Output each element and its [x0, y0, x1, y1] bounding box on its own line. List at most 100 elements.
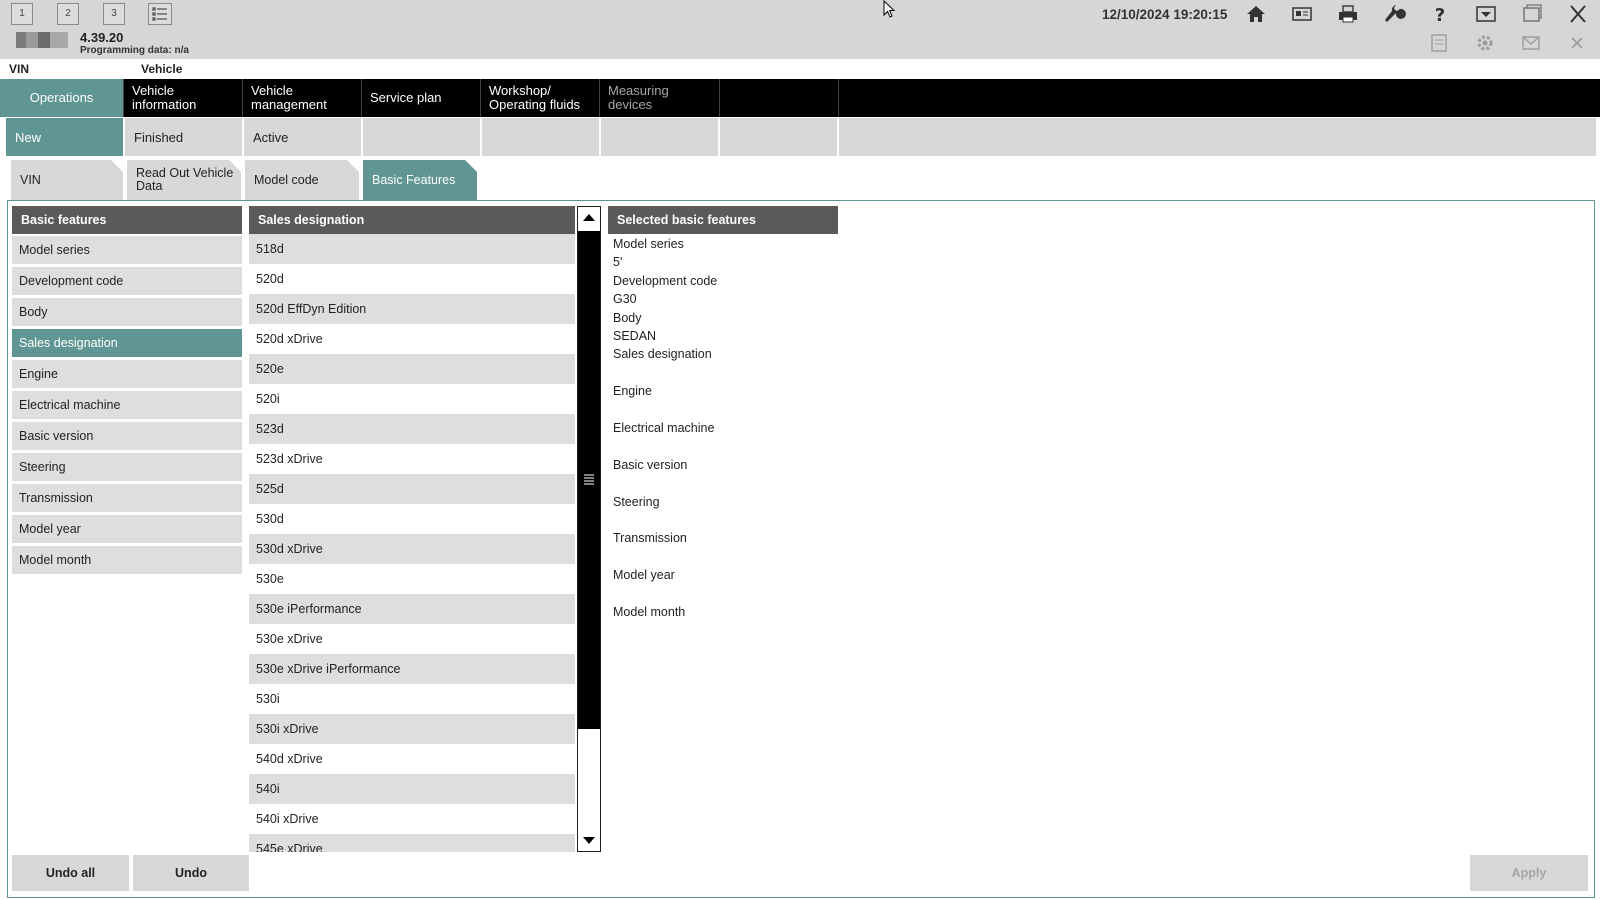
basic-feature-item[interactable]: Engine [12, 360, 242, 388]
scroll-up-arrow[interactable] [578, 207, 600, 229]
basic-feature-item[interactable]: Development code [12, 267, 242, 295]
close-icon[interactable] [1565, 2, 1591, 26]
selected-features-header: Selected basic features [608, 206, 838, 234]
list-item[interactable]: 530d xDrive [249, 534, 575, 564]
selected-feature-line: Model month [613, 605, 686, 619]
selected-feature-line: Basic version [613, 457, 688, 472]
list-icon[interactable] [148, 3, 172, 25]
sub-navigation: New Finished Active [0, 117, 1600, 157]
list-item[interactable]: 540d xDrive [249, 744, 575, 774]
tab-operations[interactable]: Operations [0, 79, 124, 117]
list-item[interactable]: 540i xDrive [249, 804, 575, 834]
close-session-icon[interactable] [1565, 32, 1589, 54]
help-icon[interactable]: ? [1427, 2, 1453, 26]
list-item[interactable]: 525d [249, 474, 575, 504]
tab-workshop-operating-fluids[interactable]: Workshop/ Operating fluids [481, 79, 600, 117]
status-bar: 4.39.20 Programming data: n/a [0, 29, 1600, 59]
title-bar: 1 2 3 12/10/2024 19:20:15 ? [0, 0, 1600, 29]
scroll-down-arrow[interactable] [578, 829, 600, 851]
document-icon[interactable] [1427, 32, 1451, 54]
tab-empty-a [363, 118, 480, 156]
selected-feature-line: Model year [613, 568, 675, 583]
programming-data-label: Programming data: n/a [80, 45, 189, 56]
list-item[interactable]: 520d xDrive [249, 324, 575, 354]
tab-new[interactable]: New [6, 118, 123, 156]
tab-vehicle-information[interactable]: Vehicle information [124, 79, 243, 117]
list-item[interactable]: 520e [249, 354, 575, 384]
scroll-thumb[interactable] [578, 231, 600, 729]
list-item[interactable]: 530e xDrive iPerformance [249, 654, 575, 684]
tab-empty-b [482, 118, 599, 156]
selected-feature-line: Engine [613, 384, 652, 399]
basic-feature-item[interactable]: Steering [12, 453, 242, 481]
scrollbar[interactable] [577, 206, 601, 852]
undo-all-button[interactable]: Undo all [12, 855, 129, 891]
list-item[interactable]: 530d [249, 504, 575, 534]
selected-feature-line: Transmission [613, 531, 687, 546]
session-tab-1[interactable]: 1 [11, 3, 33, 25]
sales-designation-list[interactable]: 518d 520d 520d EffDyn Edition 520d xDrive 52… [249, 234, 575, 852]
basic-feature-item[interactable]: Transmission [12, 484, 242, 512]
list-item[interactable]: 518d [249, 234, 575, 264]
home-icon[interactable] [1243, 2, 1269, 26]
step-basic-features[interactable]: Basic Features [363, 160, 477, 200]
tab-measuring-devices[interactable]: Measuring devices [600, 79, 720, 117]
id-card-icon[interactable] [1289, 2, 1315, 26]
vehicle-info-row: VIN Vehicle [0, 59, 1600, 79]
selected-feature-line: Steering [613, 494, 660, 509]
undo-button[interactable]: Undo [133, 855, 249, 891]
basic-feature-item[interactable]: Electrical machine [12, 391, 242, 419]
tab-empty-1 [720, 79, 839, 117]
version-label: 4.39.20 [80, 30, 124, 45]
printer-icon[interactable] [1335, 2, 1361, 26]
list-item[interactable]: 523d xDrive [249, 444, 575, 474]
list-item[interactable]: 545e xDrive [249, 834, 575, 852]
list-item[interactable]: 530i [249, 684, 575, 714]
wrench-icon[interactable] [1381, 2, 1407, 26]
list-item[interactable]: 520d EffDyn Edition [249, 294, 575, 324]
basic-feature-item[interactable]: Model series [12, 236, 242, 264]
datetime-display: 12/10/2024 19:20:15 [1102, 7, 1228, 22]
list-item[interactable]: 530e [249, 564, 575, 594]
session-tab-3[interactable]: 3 [103, 3, 125, 25]
apply-button[interactable]: Apply [1470, 855, 1588, 891]
restore-icon[interactable] [1519, 2, 1545, 26]
svg-text:?: ? [1435, 5, 1445, 26]
main-navigation: Operations Vehicle information Vehicle m… [0, 79, 1600, 117]
basic-feature-item[interactable]: Model year [12, 515, 242, 543]
step-vin[interactable]: VIN [11, 160, 123, 200]
vehicle-label: Vehicle [141, 62, 183, 76]
basic-features-header: Basic features [12, 206, 242, 234]
list-item[interactable]: 540i [249, 774, 575, 804]
tab-finished[interactable]: Finished [125, 118, 242, 156]
gear-icon[interactable] [1473, 32, 1497, 54]
basic-feature-item[interactable]: Basic version [12, 422, 242, 450]
selected-feature-line: G30 [613, 292, 637, 307]
tab-active[interactable]: Active [244, 118, 361, 156]
logo [16, 32, 68, 48]
session-tab-2[interactable]: 2 [57, 3, 79, 25]
list-item[interactable]: 530e xDrive [249, 624, 575, 654]
list-item[interactable]: 520i [249, 384, 575, 414]
tab-empty-d [720, 118, 837, 156]
tab-empty-c [601, 118, 718, 156]
selected-feature-line: 5' [613, 255, 623, 270]
selected-feature-line: Development code [613, 273, 718, 288]
mail-icon[interactable] [1519, 32, 1543, 54]
selected-feature-line: Electrical machine [613, 421, 715, 435]
list-item[interactable]: 520d [249, 264, 575, 294]
minimize-icon[interactable] [1473, 2, 1499, 26]
list-item[interactable]: 523d [249, 414, 575, 444]
basic-feature-item[interactable]: Body [12, 298, 242, 326]
basic-feature-item[interactable]: Sales designation [12, 329, 242, 357]
list-item[interactable]: 530i xDrive [249, 714, 575, 744]
tab-vehicle-management[interactable]: Vehicle management [243, 79, 362, 117]
selected-feature-line: Sales designation [613, 347, 712, 362]
selected-feature-line: SEDAN [613, 329, 657, 343]
tab-service-plan[interactable]: Service plan [362, 79, 481, 117]
content-panel [7, 200, 1595, 898]
basic-feature-item[interactable]: Model month [12, 546, 242, 574]
step-read-out-vehicle-data[interactable]: Read Out Vehicle Data [127, 160, 241, 200]
list-item[interactable]: 530e iPerformance [249, 594, 575, 624]
step-model-code[interactable]: Model code [245, 160, 359, 200]
